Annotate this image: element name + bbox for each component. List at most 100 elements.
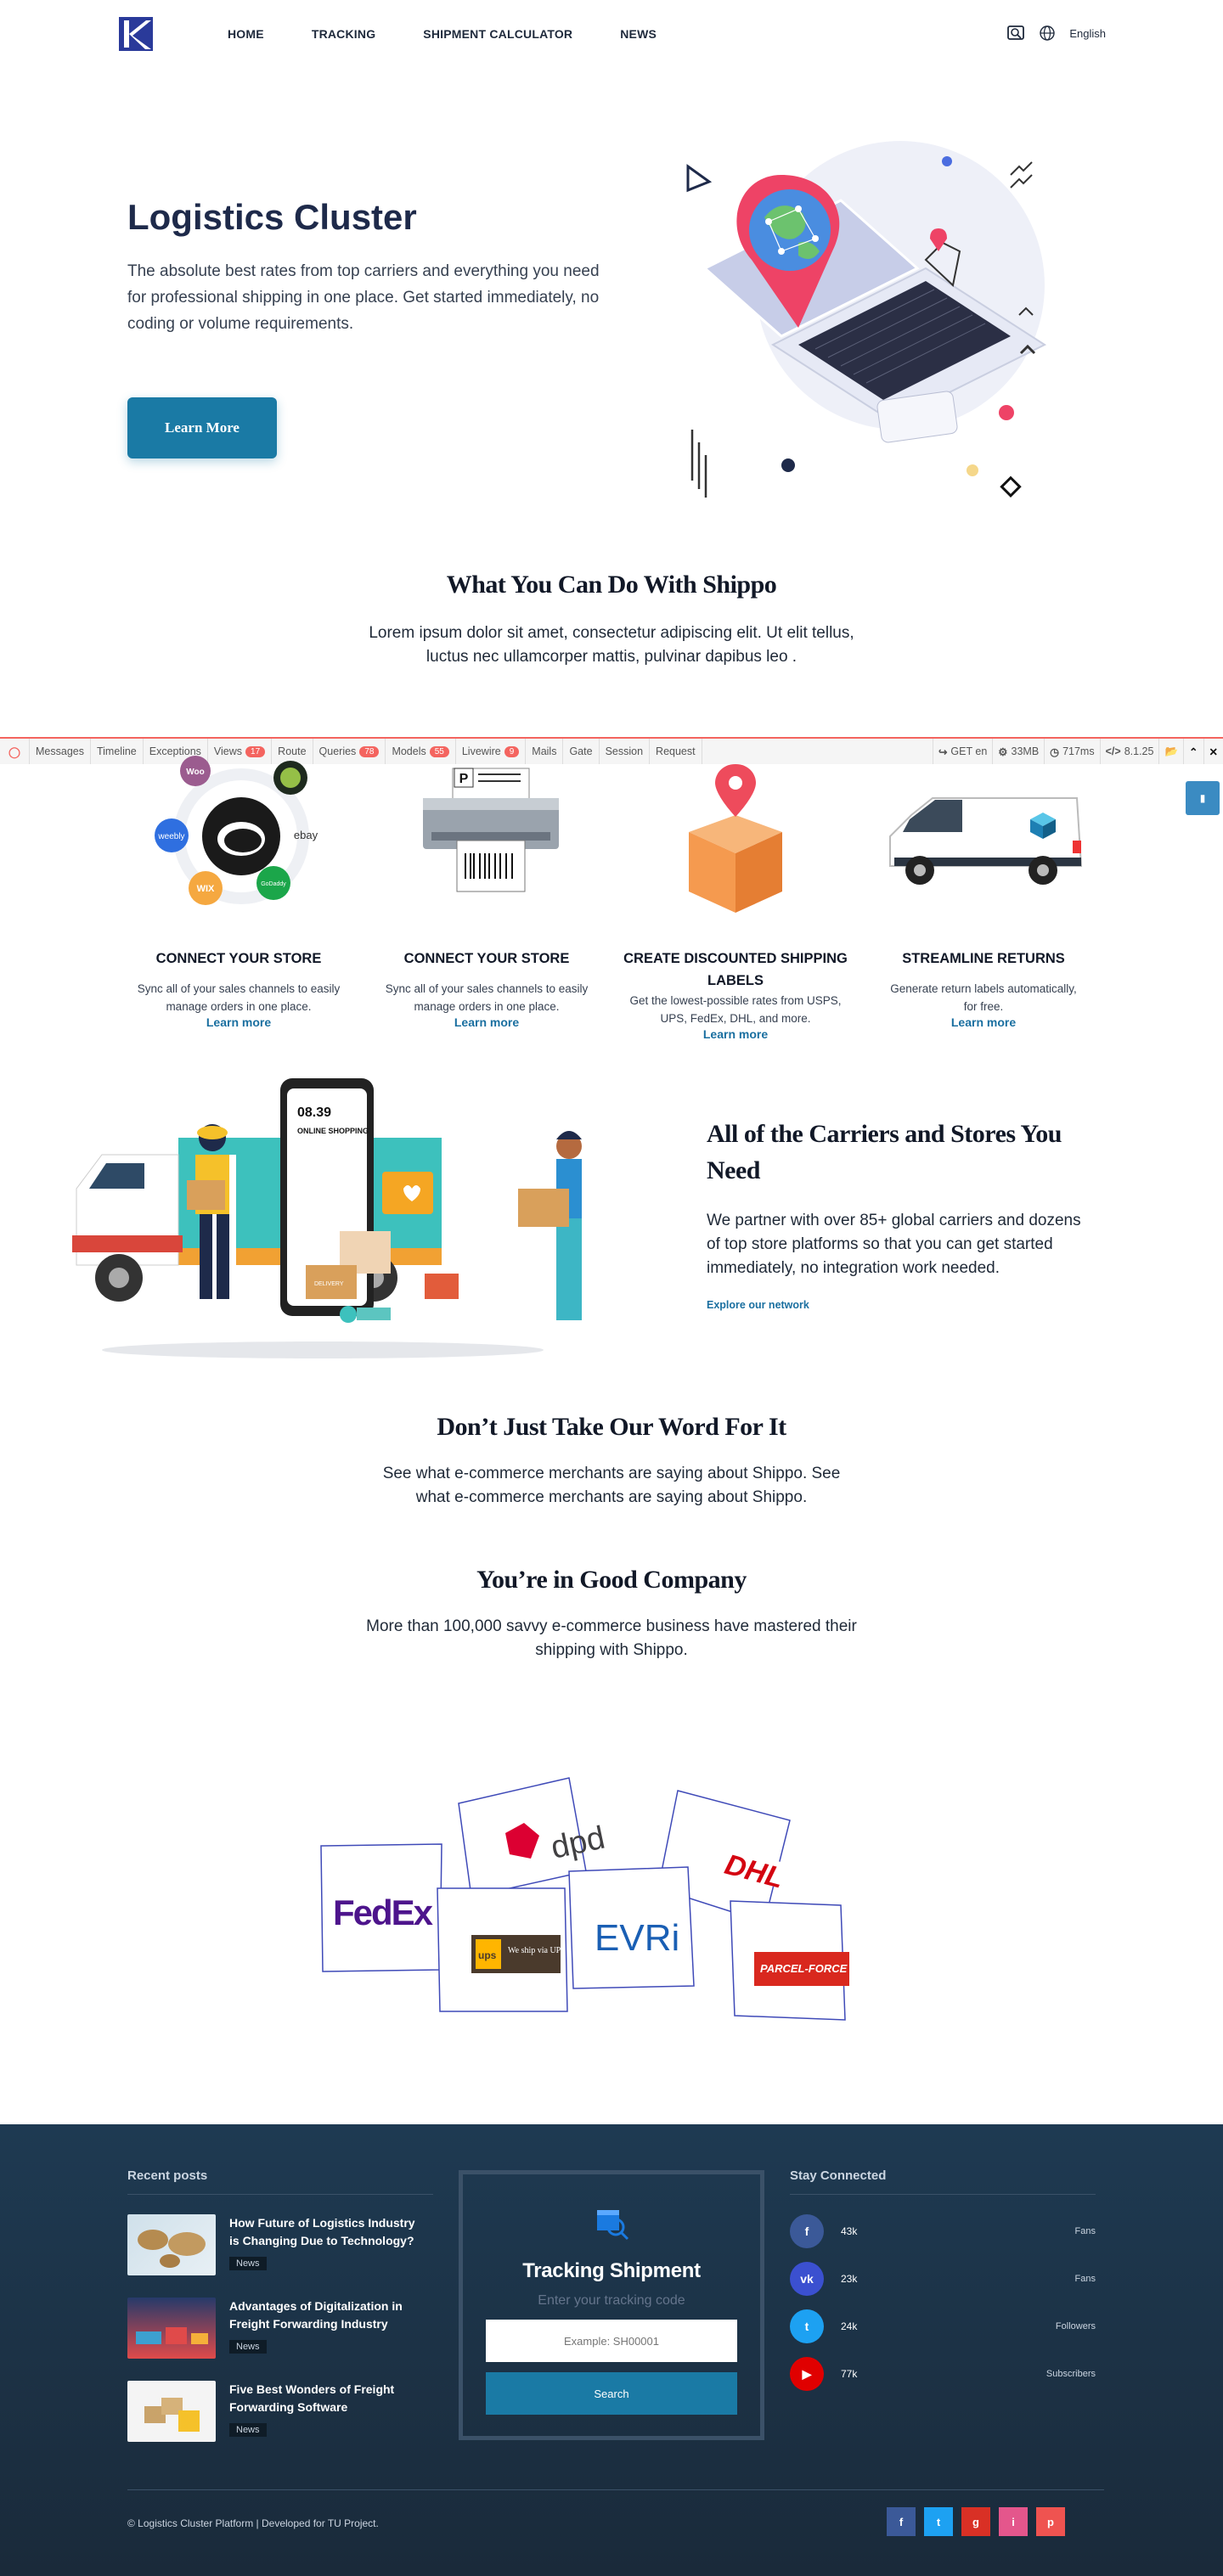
- parcelforce-logo: PARCEL-FORCE: [760, 1962, 848, 1975]
- post-info: Five Best Wonders of Freight Forwarding …: [229, 2381, 425, 2442]
- post-title[interactable]: How Future of Logistics Industry is Chan…: [229, 2214, 425, 2250]
- tracking-title: Tracking Shipment: [522, 2259, 701, 2282]
- pinterest-icon[interactable]: p: [1036, 2507, 1065, 2536]
- google-plus-icon[interactable]: g: [961, 2507, 990, 2536]
- hero-title: Logistics Cluster: [127, 197, 417, 237]
- facebook-icon[interactable]: f: [887, 2507, 916, 2536]
- social-stat-row[interactable]: ▶ 77k Subscribers: [790, 2357, 1096, 2391]
- tracking-search-button[interactable]: Search: [486, 2372, 737, 2415]
- nav-news[interactable]: NEWS: [620, 27, 657, 41]
- divider: [790, 2194, 1096, 2195]
- explore-network-link[interactable]: Explore our network: [707, 1299, 809, 1311]
- tracking-code-input[interactable]: [486, 2320, 737, 2362]
- post-title[interactable]: Advantages of Digitalization in Freight …: [229, 2298, 425, 2333]
- evri-logo: EVRi: [595, 1917, 679, 1959]
- social-count: 43k: [841, 2225, 858, 2237]
- globe-icon[interactable]: [1039, 25, 1056, 42]
- printer-label-text: P: [459, 772, 469, 786]
- folder-icon[interactable]: 📂: [1158, 739, 1183, 764]
- phone-label: ONLINE SHOPPING: [297, 1127, 369, 1135]
- debugbar-version: </> 8.1.25: [1099, 739, 1159, 764]
- ebay-label: ebay: [294, 829, 318, 841]
- debugbar-version-label: 8.1.25: [1124, 745, 1154, 757]
- feature-card: STREAMLINE RETURNS Generate return label…: [869, 747, 1098, 1029]
- instagram-icon[interactable]: i: [999, 2507, 1028, 2536]
- side-panel-toggle-button[interactable]: ▮: [1186, 781, 1220, 815]
- logo[interactable]: [117, 15, 155, 53]
- feature-title: STREAMLINE RETURNS: [902, 951, 1065, 966]
- twitter-icon[interactable]: t: [790, 2309, 824, 2343]
- social-label: Fans: [1074, 2226, 1096, 2236]
- weebly-label: weebly: [157, 832, 184, 841]
- post-item[interactable]: Advantages of Digitalization in Freight …: [127, 2298, 425, 2359]
- debugbar-logo-icon[interactable]: ◯: [0, 739, 30, 764]
- nav-shipment-calculator[interactable]: SHIPMENT CALCULATOR: [423, 27, 572, 41]
- post-title[interactable]: Five Best Wonders of Freight Forwarding …: [229, 2381, 425, 2416]
- nav-tracking[interactable]: TRACKING: [312, 27, 375, 41]
- nav-home[interactable]: HOME: [228, 27, 264, 41]
- tracking-icon: [597, 2210, 629, 2241]
- wix-label: WIX: [197, 884, 215, 894]
- post-thumbnail: [127, 2298, 216, 2359]
- label-printer-illustration: P: [372, 747, 601, 917]
- page: HOME TRACKING SHIPMENT CALCULATOR NEWS E…: [0, 0, 1223, 2576]
- tracking-subtitle: Enter your tracking code: [538, 2293, 685, 2308]
- copyright-text: © Logistics Cluster Platform | Developed…: [127, 2517, 379, 2529]
- debugbar-tab-label: Messages: [36, 745, 84, 757]
- social-count: 77k: [841, 2368, 858, 2380]
- divider: [127, 2194, 433, 2195]
- social-label: Subscribers: [1045, 2369, 1096, 2379]
- phone-time: 08.39: [297, 1105, 331, 1120]
- testimonials-text: See what e-commerce merchants are saying…: [382, 1465, 841, 1506]
- feature-title: CONNECT YOUR STORE: [403, 951, 570, 966]
- social-label: Followers: [1055, 2321, 1096, 2331]
- site-header: HOME TRACKING SHIPMENT CALCULATOR NEWS E…: [0, 0, 1223, 70]
- feature-card: P CONNECT YOUR STORE Sync all of your sa…: [372, 747, 601, 1029]
- what-title: What You Can Do With Shippo: [446, 571, 777, 599]
- debugbar-tab-messages[interactable]: Messages: [30, 739, 91, 764]
- social-stat-row[interactable]: f 43k Fans: [790, 2214, 1096, 2248]
- twitter-icon[interactable]: t: [924, 2507, 953, 2536]
- post-tag[interactable]: News: [229, 2423, 267, 2437]
- carriers-text: We partner with over 85+ global carriers…: [707, 1212, 1081, 1277]
- post-tag[interactable]: News: [229, 2340, 267, 2354]
- social-stat-row[interactable]: vk 23k Fans: [790, 2262, 1096, 2296]
- header-actions: English: [1006, 24, 1106, 42]
- post-thumbnail: [127, 2214, 216, 2275]
- social-count: 24k: [841, 2320, 858, 2332]
- package-location-illustration: [621, 747, 850, 917]
- post-item[interactable]: How Future of Logistics Industry is Chan…: [127, 2214, 425, 2275]
- feature-title: CREATE DISCOUNTED SHIPPING LABELS: [623, 951, 848, 988]
- language-selector[interactable]: English: [1069, 27, 1106, 40]
- post-tag[interactable]: News: [229, 2257, 267, 2270]
- feature-learn-more-link[interactable]: Learn more: [869, 1015, 1098, 1029]
- post-item[interactable]: Five Best Wonders of Freight Forwarding …: [127, 2381, 425, 2442]
- feature-desc: Generate return labels automatically, fo…: [890, 982, 1077, 1013]
- company-text: More than 100,000 savvy e-commerce busin…: [366, 1617, 857, 1659]
- social-stat-row[interactable]: t 24k Followers: [790, 2309, 1096, 2343]
- search-icon[interactable]: [1006, 24, 1025, 42]
- feature-learn-more-link[interactable]: Learn more: [372, 1015, 601, 1029]
- chevron-up-icon[interactable]: ⌃: [1183, 739, 1203, 764]
- social-count: 23k: [841, 2273, 858, 2285]
- delivery-illustration: 08.39 ONLINE SHOPPING DELIVERY: [72, 1078, 582, 1358]
- godaddy-label: GoDaddy: [261, 881, 286, 887]
- learn-more-button[interactable]: Learn More: [127, 397, 277, 458]
- store-integrations-illustration: Woo weebly ebay WIX GoDaddy: [124, 747, 353, 917]
- close-icon[interactable]: ✕: [1203, 739, 1223, 764]
- facebook-icon[interactable]: f: [790, 2214, 824, 2248]
- feature-title: CONNECT YOUR STORE: [155, 951, 322, 966]
- what-text: Lorem ipsum dolor sit amet, consectetur …: [369, 624, 854, 666]
- carriers-title: All of the Carriers and Stores You Need: [707, 1120, 1062, 1184]
- feature-desc: Get the lowest-possible rates from USPS,…: [629, 994, 842, 1025]
- feature-learn-more-link[interactable]: Learn more: [621, 1027, 850, 1041]
- youtube-icon[interactable]: ▶: [790, 2357, 824, 2391]
- feature-card: CREATE DISCOUNTED SHIPPING LABELS Get th…: [621, 747, 850, 1041]
- divider: [127, 2489, 1104, 2490]
- feature-learn-more-link[interactable]: Learn more: [124, 1015, 353, 1029]
- tracking-widget: Tracking Shipment Enter your tracking co…: [459, 2170, 764, 2440]
- company-title: You’re in Good Company: [476, 1566, 747, 1594]
- post-info: How Future of Logistics Industry is Chan…: [229, 2214, 425, 2275]
- vk-icon[interactable]: vk: [790, 2262, 824, 2296]
- social-label: Fans: [1074, 2274, 1096, 2284]
